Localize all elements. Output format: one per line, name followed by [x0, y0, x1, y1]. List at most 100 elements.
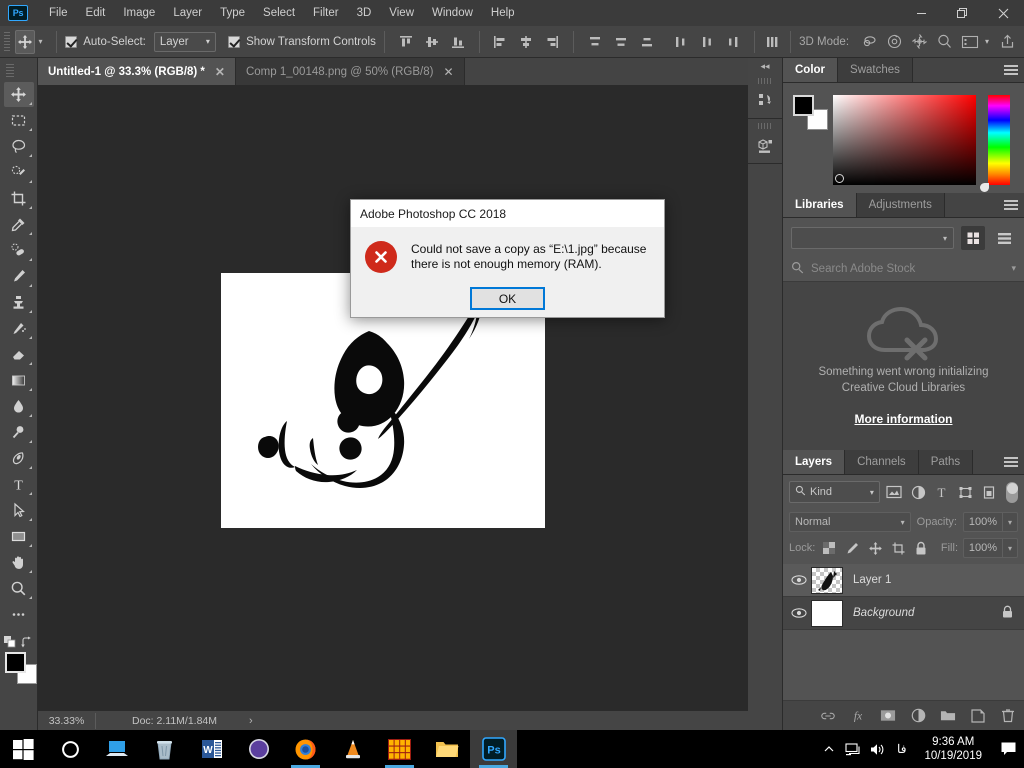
color-foreground-swatch[interactable] — [793, 95, 814, 116]
clone-stamp-tool[interactable] — [4, 290, 34, 315]
lock-position-icon[interactable] — [866, 539, 884, 557]
blend-mode-dropdown[interactable]: Normal ▾ — [789, 512, 911, 532]
layer-filter-kind-dropdown[interactable]: Kind ▾ — [789, 481, 880, 503]
microsoft-word[interactable]: W — [188, 730, 235, 768]
menu-file[interactable]: File — [40, 3, 77, 23]
menu-window[interactable]: Window — [423, 3, 482, 23]
taskbar-clock[interactable]: 9:36 AM 10/19/2019 — [914, 735, 992, 763]
blur-tool[interactable] — [4, 394, 34, 419]
dock-grip[interactable] — [758, 78, 772, 84]
grid-view-button[interactable] — [961, 226, 985, 250]
layer-thumbnail[interactable] — [811, 599, 843, 627]
lock-image-pixels-icon[interactable] — [843, 539, 861, 557]
new-group-icon[interactable] — [940, 706, 956, 726]
layer-name[interactable]: Background — [853, 607, 1001, 619]
status-menu-chevron-icon[interactable]: › — [249, 715, 253, 727]
options-bar-grip[interactable] — [4, 31, 11, 52]
tools-panel-grip[interactable] — [6, 64, 14, 78]
close-icon[interactable]: ✕ — [443, 66, 453, 78]
distribute-left-edges-icon[interactable] — [668, 29, 694, 55]
layer-visibility-toggle[interactable] — [787, 607, 811, 619]
auto-select-scope-dropdown[interactable]: Layer ▾ — [153, 31, 216, 52]
distribute-vertical-centers-icon[interactable] — [608, 29, 634, 55]
ok-button[interactable]: OK — [470, 287, 545, 310]
hand-tool[interactable] — [4, 550, 34, 575]
type-tool[interactable]: T — [4, 472, 34, 497]
filter-pixel-icon[interactable] — [885, 482, 904, 502]
panel-menu-icon[interactable] — [1004, 200, 1018, 211]
lock-artboard-icon[interactable] — [889, 539, 907, 557]
align-horizontal-centers-icon[interactable] — [513, 29, 539, 55]
default-colors-icon[interactable] — [4, 636, 16, 648]
distribute-spacing-icon[interactable] — [763, 29, 783, 55]
fill-chevron-icon[interactable]: ▾ — [1003, 538, 1018, 558]
path-selection-tool[interactable] — [4, 498, 34, 523]
filter-shape-icon[interactable] — [956, 482, 975, 502]
menu-select[interactable]: Select — [254, 3, 304, 23]
tab-libraries[interactable]: Libraries — [783, 193, 857, 217]
history-brush-tool[interactable] — [4, 316, 34, 341]
filter-enable-toggle[interactable] — [1005, 481, 1018, 503]
dock-grip[interactable] — [758, 123, 772, 129]
lock-all-icon[interactable] — [912, 539, 930, 557]
firefox[interactable] — [282, 730, 329, 768]
cortana-search[interactable] — [47, 730, 94, 768]
layer-visibility-toggle[interactable] — [787, 574, 811, 586]
align-vertical-centers-icon[interactable] — [419, 29, 445, 55]
quick-selection-tool[interactable] — [4, 160, 34, 185]
delete-layer-icon[interactable] — [1000, 706, 1016, 726]
crop-tool[interactable] — [4, 186, 34, 211]
show-hidden-icons[interactable] — [817, 730, 841, 768]
dodge-tool[interactable] — [4, 420, 34, 445]
task-view[interactable] — [94, 730, 141, 768]
healing-brush-tool[interactable] — [4, 238, 34, 263]
swap-colors-icon[interactable] — [21, 636, 33, 648]
panel-menu-icon[interactable] — [1004, 65, 1018, 76]
distribute-right-edges-icon[interactable] — [720, 29, 746, 55]
menu-type[interactable]: Type — [211, 3, 254, 23]
panel-menu-icon[interactable] — [1004, 457, 1018, 468]
edit-toolbar-tool[interactable] — [4, 602, 34, 627]
gradient-tool[interactable] — [4, 368, 34, 393]
menu-image[interactable]: Image — [114, 3, 164, 23]
more-information-link[interactable]: More information — [855, 412, 953, 426]
zoom-3d-icon[interactable] — [932, 29, 957, 55]
tab-layers[interactable]: Layers — [783, 450, 846, 474]
file-explorer[interactable] — [423, 730, 470, 768]
menu-3d[interactable]: 3D — [348, 3, 381, 23]
distribute-top-edges-icon[interactable] — [582, 29, 608, 55]
document-tab-untitled-1[interactable]: Untitled-1 @ 33.3% (RGB/8) * ✕ — [38, 58, 236, 85]
filter-adjustment-icon[interactable] — [909, 482, 928, 502]
layer-thumbnail[interactable] — [811, 566, 843, 594]
add-mask-icon[interactable] — [880, 706, 896, 726]
new-layer-icon[interactable] — [970, 706, 986, 726]
opacity-value[interactable]: 100% — [963, 512, 1003, 532]
filter-type-icon[interactable]: T — [932, 482, 951, 502]
move-tool[interactable] — [3, 82, 34, 107]
action-center-icon[interactable] — [992, 730, 1024, 768]
tab-swatches[interactable]: Swatches — [838, 58, 913, 82]
history-panel-icon[interactable] — [748, 86, 783, 114]
menu-view[interactable]: View — [380, 3, 423, 23]
start-button[interactable] — [0, 730, 47, 768]
eraser-tool[interactable] — [4, 342, 34, 367]
vlc-player[interactable] — [329, 730, 376, 768]
pan-3d-icon[interactable] — [907, 29, 932, 55]
volume-icon[interactable] — [865, 730, 889, 768]
menu-edit[interactable]: Edit — [77, 3, 115, 23]
photoshop[interactable]: Ps — [470, 730, 517, 768]
grid-app[interactable] — [376, 730, 423, 768]
foreground-color-swatch[interactable] — [5, 652, 26, 673]
pen-tool[interactable] — [4, 446, 34, 471]
opacity-chevron-icon[interactable]: ▾ — [1003, 512, 1018, 532]
color-field[interactable] — [833, 95, 976, 185]
filter-smart-object-icon[interactable] — [980, 482, 999, 502]
align-left-edges-icon[interactable] — [487, 29, 513, 55]
adjustment-layer-icon[interactable] — [910, 706, 926, 726]
align-right-edges-icon[interactable] — [539, 29, 565, 55]
tab-paths[interactable]: Paths — [918, 450, 974, 474]
list-view-button[interactable] — [992, 226, 1016, 250]
move-tool-icon[interactable] — [15, 29, 36, 54]
layer-row-layer-1[interactable]: Layer 1 — [783, 564, 1024, 597]
tab-adjustments[interactable]: Adjustments — [856, 193, 945, 217]
